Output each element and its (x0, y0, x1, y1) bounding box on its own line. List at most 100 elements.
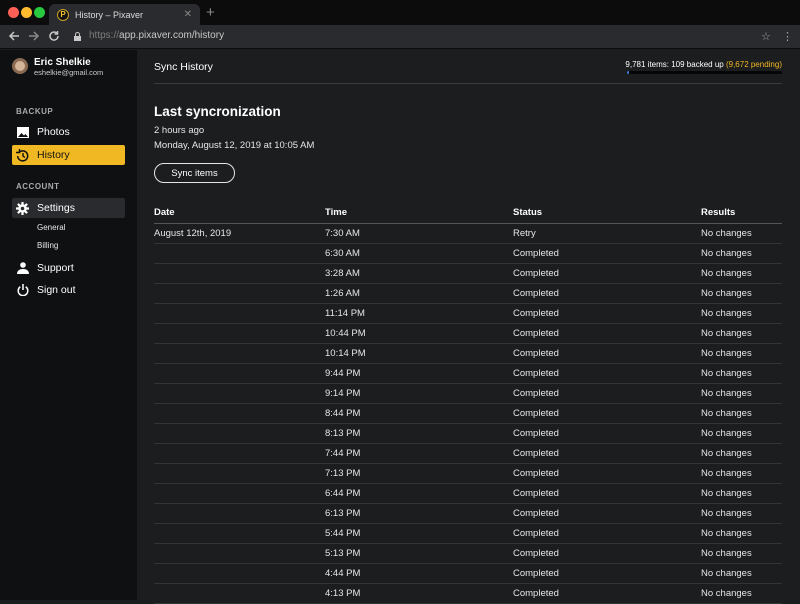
cell-status: Completed (513, 288, 559, 299)
table-row: 7:44 PM Completed No changes (154, 444, 782, 464)
sidebar-subitem-general[interactable]: General (37, 223, 65, 232)
cell-time: 9:14 PM (325, 388, 361, 399)
table-body: August 12th, 2019 7:30 AM Retry No changes 6… (154, 224, 782, 604)
cell-results: No changes (701, 228, 752, 239)
power-icon (16, 284, 29, 297)
cell-time: 6:30 AM (325, 248, 360, 259)
cell-status: Completed (513, 368, 559, 379)
cell-status: Completed (513, 548, 559, 559)
header-divider (154, 83, 782, 84)
cell-status: Completed (513, 408, 559, 419)
browser-tab[interactable]: P History – Pixaver ✕ (49, 4, 200, 25)
cell-results: No changes (701, 508, 752, 519)
cell-results: No changes (701, 408, 752, 419)
backup-progress-fill (627, 71, 629, 74)
sidebar-item-history[interactable]: History (12, 145, 125, 165)
user-email: eshelkie@gmail.com (34, 68, 104, 77)
column-header-results: Results (701, 207, 736, 218)
pending-count: (9,672 pending) (725, 60, 782, 69)
cell-results: No changes (701, 248, 752, 259)
backup-progress-bar (627, 71, 782, 74)
cell-time: 10:14 PM (325, 348, 366, 359)
cell-results: No changes (701, 348, 752, 359)
back-arrow-icon[interactable] (8, 30, 20, 44)
table-header: Date Time Status Results (154, 207, 782, 224)
user-name: Eric Shelkie (34, 57, 91, 68)
cell-results: No changes (701, 448, 752, 459)
menu-icon[interactable]: ⋮ (782, 30, 793, 43)
table-row: 4:13 PM Completed No changes (154, 584, 782, 604)
table-row: 7:13 PM Completed No changes (154, 464, 782, 484)
cell-time: 4:44 PM (325, 568, 361, 579)
cell-status: Completed (513, 468, 559, 479)
url-path: app.pixaver.com/history (119, 30, 225, 41)
backup-section-label: BACKUP (16, 107, 54, 116)
sync-items-button[interactable]: Sync items (154, 163, 235, 183)
url-scheme: https:// (89, 30, 120, 41)
sidebar-item-label: Sign out (37, 284, 76, 296)
cell-results: No changes (701, 268, 752, 279)
table-row: 8:13 PM Completed No changes (154, 424, 782, 444)
minimize-window-button[interactable] (21, 7, 32, 18)
cell-status: Retry (513, 228, 536, 239)
cell-time: 8:13 PM (325, 428, 361, 439)
cell-status: Completed (513, 588, 559, 599)
cell-status: Completed (513, 348, 559, 359)
cell-results: No changes (701, 308, 752, 319)
sidebar-item-signout[interactable]: Sign out (12, 280, 125, 300)
cell-results: No changes (701, 548, 752, 559)
new-tab-icon[interactable]: + (206, 5, 215, 20)
reload-icon[interactable] (48, 30, 60, 44)
table-row: 5:44 PM Completed No changes (154, 524, 782, 544)
cell-status: Completed (513, 308, 559, 319)
cell-time: 7:44 PM (325, 448, 361, 459)
table-row: 10:44 PM Completed No changes (154, 324, 782, 344)
tab-title: History – Pixaver (75, 9, 144, 20)
sidebar-item-label: Settings (37, 202, 75, 214)
user-profile[interactable]: Eric Shelkie eshelkie@gmail.com (12, 57, 132, 79)
cell-time: 9:44 PM (325, 368, 361, 379)
cell-status: Completed (513, 268, 559, 279)
cell-results: No changes (701, 388, 752, 399)
table-row: 1:26 AM Completed No changes (154, 284, 782, 304)
sidebar-item-support[interactable]: Support (12, 258, 125, 278)
cell-results: No changes (701, 468, 752, 479)
cell-time: 6:13 PM (325, 508, 361, 519)
column-header-date: Date (154, 207, 175, 218)
gear-icon (16, 201, 29, 215)
avatar (12, 58, 28, 74)
person-icon (16, 262, 29, 275)
cell-results: No changes (701, 568, 752, 579)
table-row: 8:44 PM Completed No changes (154, 404, 782, 424)
sidebar-item-label: History (37, 149, 70, 161)
star-icon[interactable]: ☆ (761, 30, 771, 43)
sidebar: Eric Shelkie eshelkie@gmail.com BACKUP P… (0, 50, 137, 600)
cell-time: 5:13 PM (325, 548, 361, 559)
browser-toolbar: https://app.pixaver.com/history ☆ ⋮ (0, 25, 800, 49)
close-window-button[interactable] (8, 7, 19, 18)
last-sync-relative: 2 hours ago (154, 125, 205, 136)
cell-results: No changes (701, 288, 752, 299)
sidebar-item-label: Support (37, 262, 74, 274)
cell-time: 6:44 PM (325, 488, 361, 499)
table-row: 6:44 PM Completed No changes (154, 484, 782, 504)
column-header-time: Time (325, 207, 348, 218)
account-section-label: ACCOUNT (16, 182, 60, 191)
cell-time: 11:14 PM (325, 308, 365, 319)
cell-time: 4:13 PM (325, 588, 361, 599)
sidebar-item-settings[interactable]: Settings (12, 198, 125, 218)
maximize-window-button[interactable] (34, 7, 45, 18)
address-bar[interactable]: https://app.pixaver.com/history (74, 30, 224, 41)
column-header-status: Status (513, 207, 543, 218)
browser-tab-bar: P History – Pixaver ✕ + (0, 0, 800, 25)
cell-time: 7:30 AM (325, 228, 360, 239)
sidebar-subitem-billing[interactable]: Billing (37, 241, 58, 250)
forward-arrow-icon[interactable] (28, 30, 40, 44)
table-row: 9:14 PM Completed No changes (154, 384, 782, 404)
cell-time: 8:44 PM (325, 408, 361, 419)
table-row: 6:13 PM Completed No changes (154, 504, 782, 524)
sidebar-item-photos[interactable]: Photos (12, 122, 125, 142)
photo-icon (16, 126, 29, 139)
tab-close-icon[interactable]: ✕ (184, 9, 192, 20)
last-sync-date: Monday, August 12, 2019 at 10:05 AM (154, 140, 315, 151)
